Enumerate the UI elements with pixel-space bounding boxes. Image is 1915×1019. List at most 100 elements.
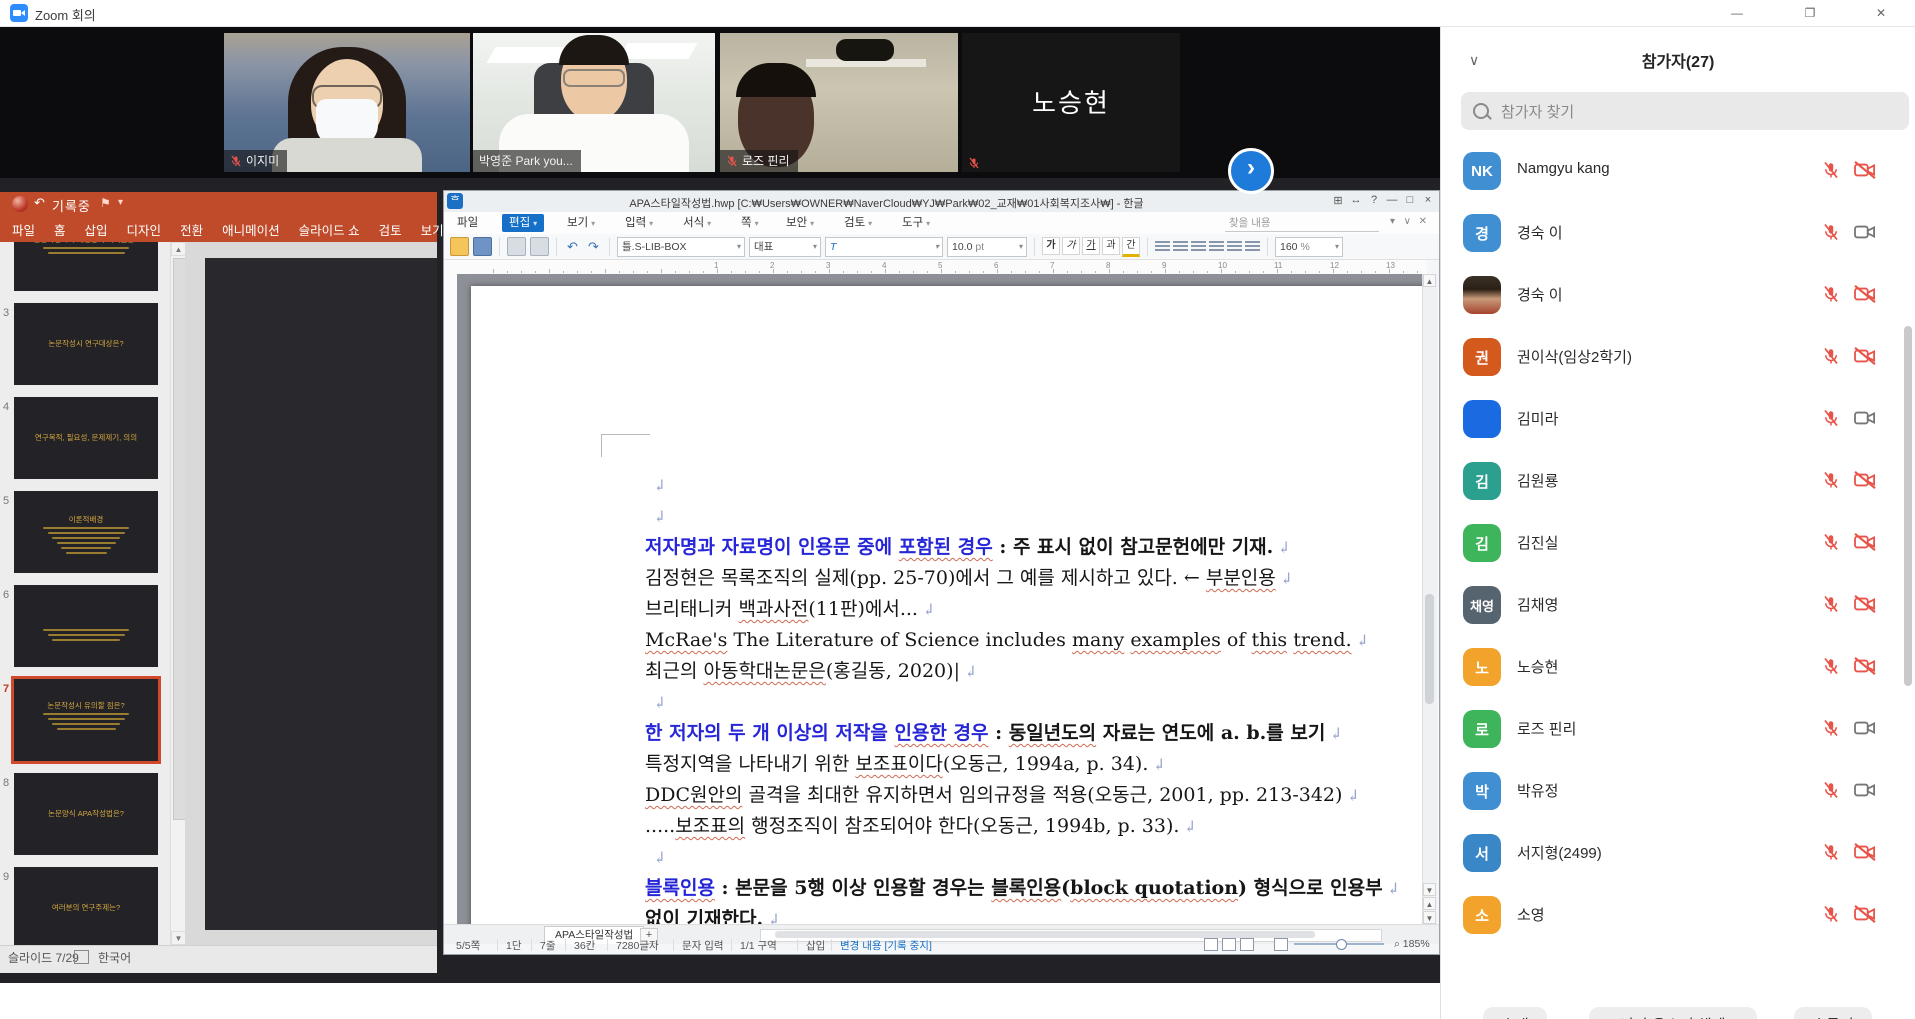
participant-row[interactable]: 권권이삭(임상2학기) (1441, 326, 1901, 388)
align-right-icon[interactable] (1209, 241, 1224, 253)
slide-thumbnail[interactable]: 연구목적, 필요성, 문제제기, 의의 (14, 397, 158, 479)
print-icon[interactable] (507, 237, 526, 256)
font-size-combo[interactable]: 10.0 pt▾ (947, 237, 1027, 257)
slide-thumbnail[interactable]: 논문작성시 연구대상은? (14, 303, 158, 385)
ribbon-tab-8[interactable]: 보기 (421, 220, 444, 239)
align-left-icon[interactable] (1173, 241, 1188, 253)
participant-row[interactable]: 박박유정 (1441, 760, 1901, 822)
document-page[interactable]: ↲↲저자명과 자료명이 인용문 중에 포함된 경우 : 주 표시 없이 참고문헌… (471, 286, 1425, 924)
video-tile-4-no-video[interactable]: 노승현 (962, 33, 1180, 172)
menu-파일[interactable]: 파일 (450, 214, 485, 232)
participant-row[interactable]: 노노승현 (1441, 636, 1901, 698)
align-center-icon[interactable] (1191, 241, 1206, 253)
maximize-button[interactable]: ❐ (1795, 3, 1825, 23)
undo-icon[interactable]: ↶ (564, 238, 581, 255)
align-split-icon[interactable] (1245, 241, 1260, 253)
participant-row[interactable]: 김김원룡 (1441, 450, 1901, 512)
hwp-minimize-button[interactable]: — (1383, 194, 1401, 206)
participant-row[interactable]: 서서지형(2499) (1441, 822, 1901, 884)
participant-row[interactable]: 김김진실 (1441, 512, 1901, 574)
notes-icon[interactable] (74, 950, 89, 964)
underline-button[interactable]: 가 (1082, 237, 1100, 255)
language-status[interactable]: 한국어 (98, 949, 131, 966)
slide-thumbnail-selected[interactable]: 논문작성시 유의할 점은? (14, 679, 158, 761)
current-slide-canvas[interactable] (205, 258, 437, 930)
participant-row[interactable]: NKNamgyu kang (1441, 140, 1901, 202)
find-close-icon[interactable]: ✕ (1419, 216, 1427, 227)
hwp-close-button[interactable]: × (1419, 194, 1437, 206)
video-tile-3[interactable]: 로즈 핀리 (720, 33, 958, 172)
next-page-videos-button[interactable]: › (1228, 148, 1274, 194)
preview-icon[interactable] (530, 237, 549, 256)
thumbnail-view-icon[interactable] (1274, 938, 1288, 951)
menu-검토[interactable]: 검토▾ (837, 214, 879, 232)
menu-도구[interactable]: 도구▾ (895, 214, 937, 232)
ribbon-tab-2[interactable]: 삽입 (85, 220, 108, 239)
slide-thumbnail[interactable] (14, 585, 158, 667)
scroll-up-arrow[interactable]: ▲ (171, 242, 186, 256)
invite-button[interactable]: 초대 (1483, 1007, 1547, 1019)
scrollbar-thumb[interactable] (775, 931, 1315, 938)
scroll-up-arrow[interactable]: ▲ (1423, 274, 1436, 287)
prev-page-button[interactable]: ▲ (1423, 897, 1436, 910)
undo-icon[interactable]: ↶ (34, 195, 45, 211)
zoom-slider-knob[interactable] (1336, 939, 1347, 950)
align-justify-icon[interactable] (1155, 241, 1170, 253)
font-combo[interactable]: T▾ (825, 237, 943, 257)
scrollbar-thumb[interactable] (1425, 594, 1434, 704)
ribbon-tab-3[interactable]: 디자인 (127, 220, 162, 239)
slide-thumbnail[interactable]: 이론적배경 (14, 491, 158, 573)
switch-icon[interactable]: ↔ (1347, 194, 1365, 206)
bold-button[interactable]: 가 (1042, 237, 1060, 255)
save-icon[interactable] (473, 237, 492, 256)
redo-icon[interactable]: ↷ (585, 238, 602, 255)
align-distribute-icon[interactable] (1227, 241, 1242, 253)
scroll-down-arrow[interactable]: ▼ (171, 931, 186, 945)
menu-보기[interactable]: 보기▾ (560, 214, 602, 232)
participant-row[interactable]: 채영김채영 (1441, 574, 1901, 636)
thumbnail-scrollbar[interactable]: ▲ ▼ (170, 242, 186, 945)
style-type-combo[interactable]: 대표▾ (749, 237, 821, 257)
char-color-button[interactable]: 과 (1102, 237, 1120, 255)
participant-row[interactable]: 로로즈 핀리 (1441, 698, 1901, 760)
two-page-view-icon[interactable] (1222, 938, 1236, 951)
style-combo[interactable]: 틀.S-LIB-BOX▾ (617, 237, 745, 257)
participant-row[interactable]: 소소영 (1441, 884, 1901, 946)
raise-hand-button[interactable]: 손들기 (1794, 1007, 1872, 1019)
ribbon-tab-7[interactable]: 검토 (379, 220, 402, 239)
ribbon-tab-1[interactable]: 홈 (54, 220, 66, 239)
minimize-button[interactable]: — (1722, 3, 1752, 23)
menu-입력[interactable]: 입력▾ (618, 214, 660, 232)
participant-row[interactable]: 김미라 (1441, 388, 1901, 450)
menu-편집[interactable]: 편집▾ (502, 214, 544, 232)
slide-thumbnail[interactable]: 논문작성시 주제선정의 어려움은? (14, 242, 158, 291)
participant-search-box[interactable]: 참가자 찾기 (1461, 92, 1909, 130)
open-folder-icon[interactable] (450, 237, 469, 256)
full-view-icon[interactable] (1240, 938, 1254, 951)
ribbon-tab-4[interactable]: 전환 (180, 220, 203, 239)
ribbon-tab-file[interactable]: 파일 (12, 220, 35, 239)
video-tile-2-active-speaker[interactable]: 박영준 Park you... (473, 33, 715, 172)
next-page-button[interactable]: ▼ (1423, 911, 1436, 924)
find-dropdown-icon[interactable]: ▾ (1390, 216, 1395, 227)
fullscreen-icon[interactable]: ⊞ (1329, 194, 1347, 207)
participants-scrollbar[interactable] (1904, 326, 1912, 686)
menu-쪽[interactable]: 쪽▾ (734, 214, 766, 232)
slide-thumbnail[interactable]: 논문양식 APA작성법은? (14, 773, 158, 855)
chevron-down-icon[interactable]: ▾ (118, 197, 123, 208)
highlight-color-button[interactable]: 간 (1122, 237, 1140, 257)
ribbon-tab-6[interactable]: 슬라이드 쇼 (299, 220, 360, 239)
close-button[interactable]: ✕ (1866, 3, 1896, 23)
line-spacing-combo[interactable]: 160 %▾ (1275, 237, 1343, 257)
unmute-me-button[interactable]: 나만 음소거 해제 (1589, 1007, 1757, 1019)
find-input[interactable]: 찾을 내용 (1225, 215, 1379, 232)
page-view-icon[interactable] (1204, 938, 1218, 951)
menu-서식[interactable]: 서식▾ (676, 214, 718, 232)
help-icon[interactable]: ? (1365, 194, 1383, 206)
menu-보안[interactable]: 보안▾ (779, 214, 821, 232)
zoom-slider[interactable] (1294, 943, 1384, 945)
slide-thumbnail[interactable]: 여러분의 연구주제는? (14, 867, 158, 945)
find-next-icon[interactable]: ∨ (1404, 216, 1411, 227)
participant-row[interactable]: 경경숙 이 (1441, 202, 1901, 264)
italic-button[interactable]: 가 (1062, 237, 1080, 255)
